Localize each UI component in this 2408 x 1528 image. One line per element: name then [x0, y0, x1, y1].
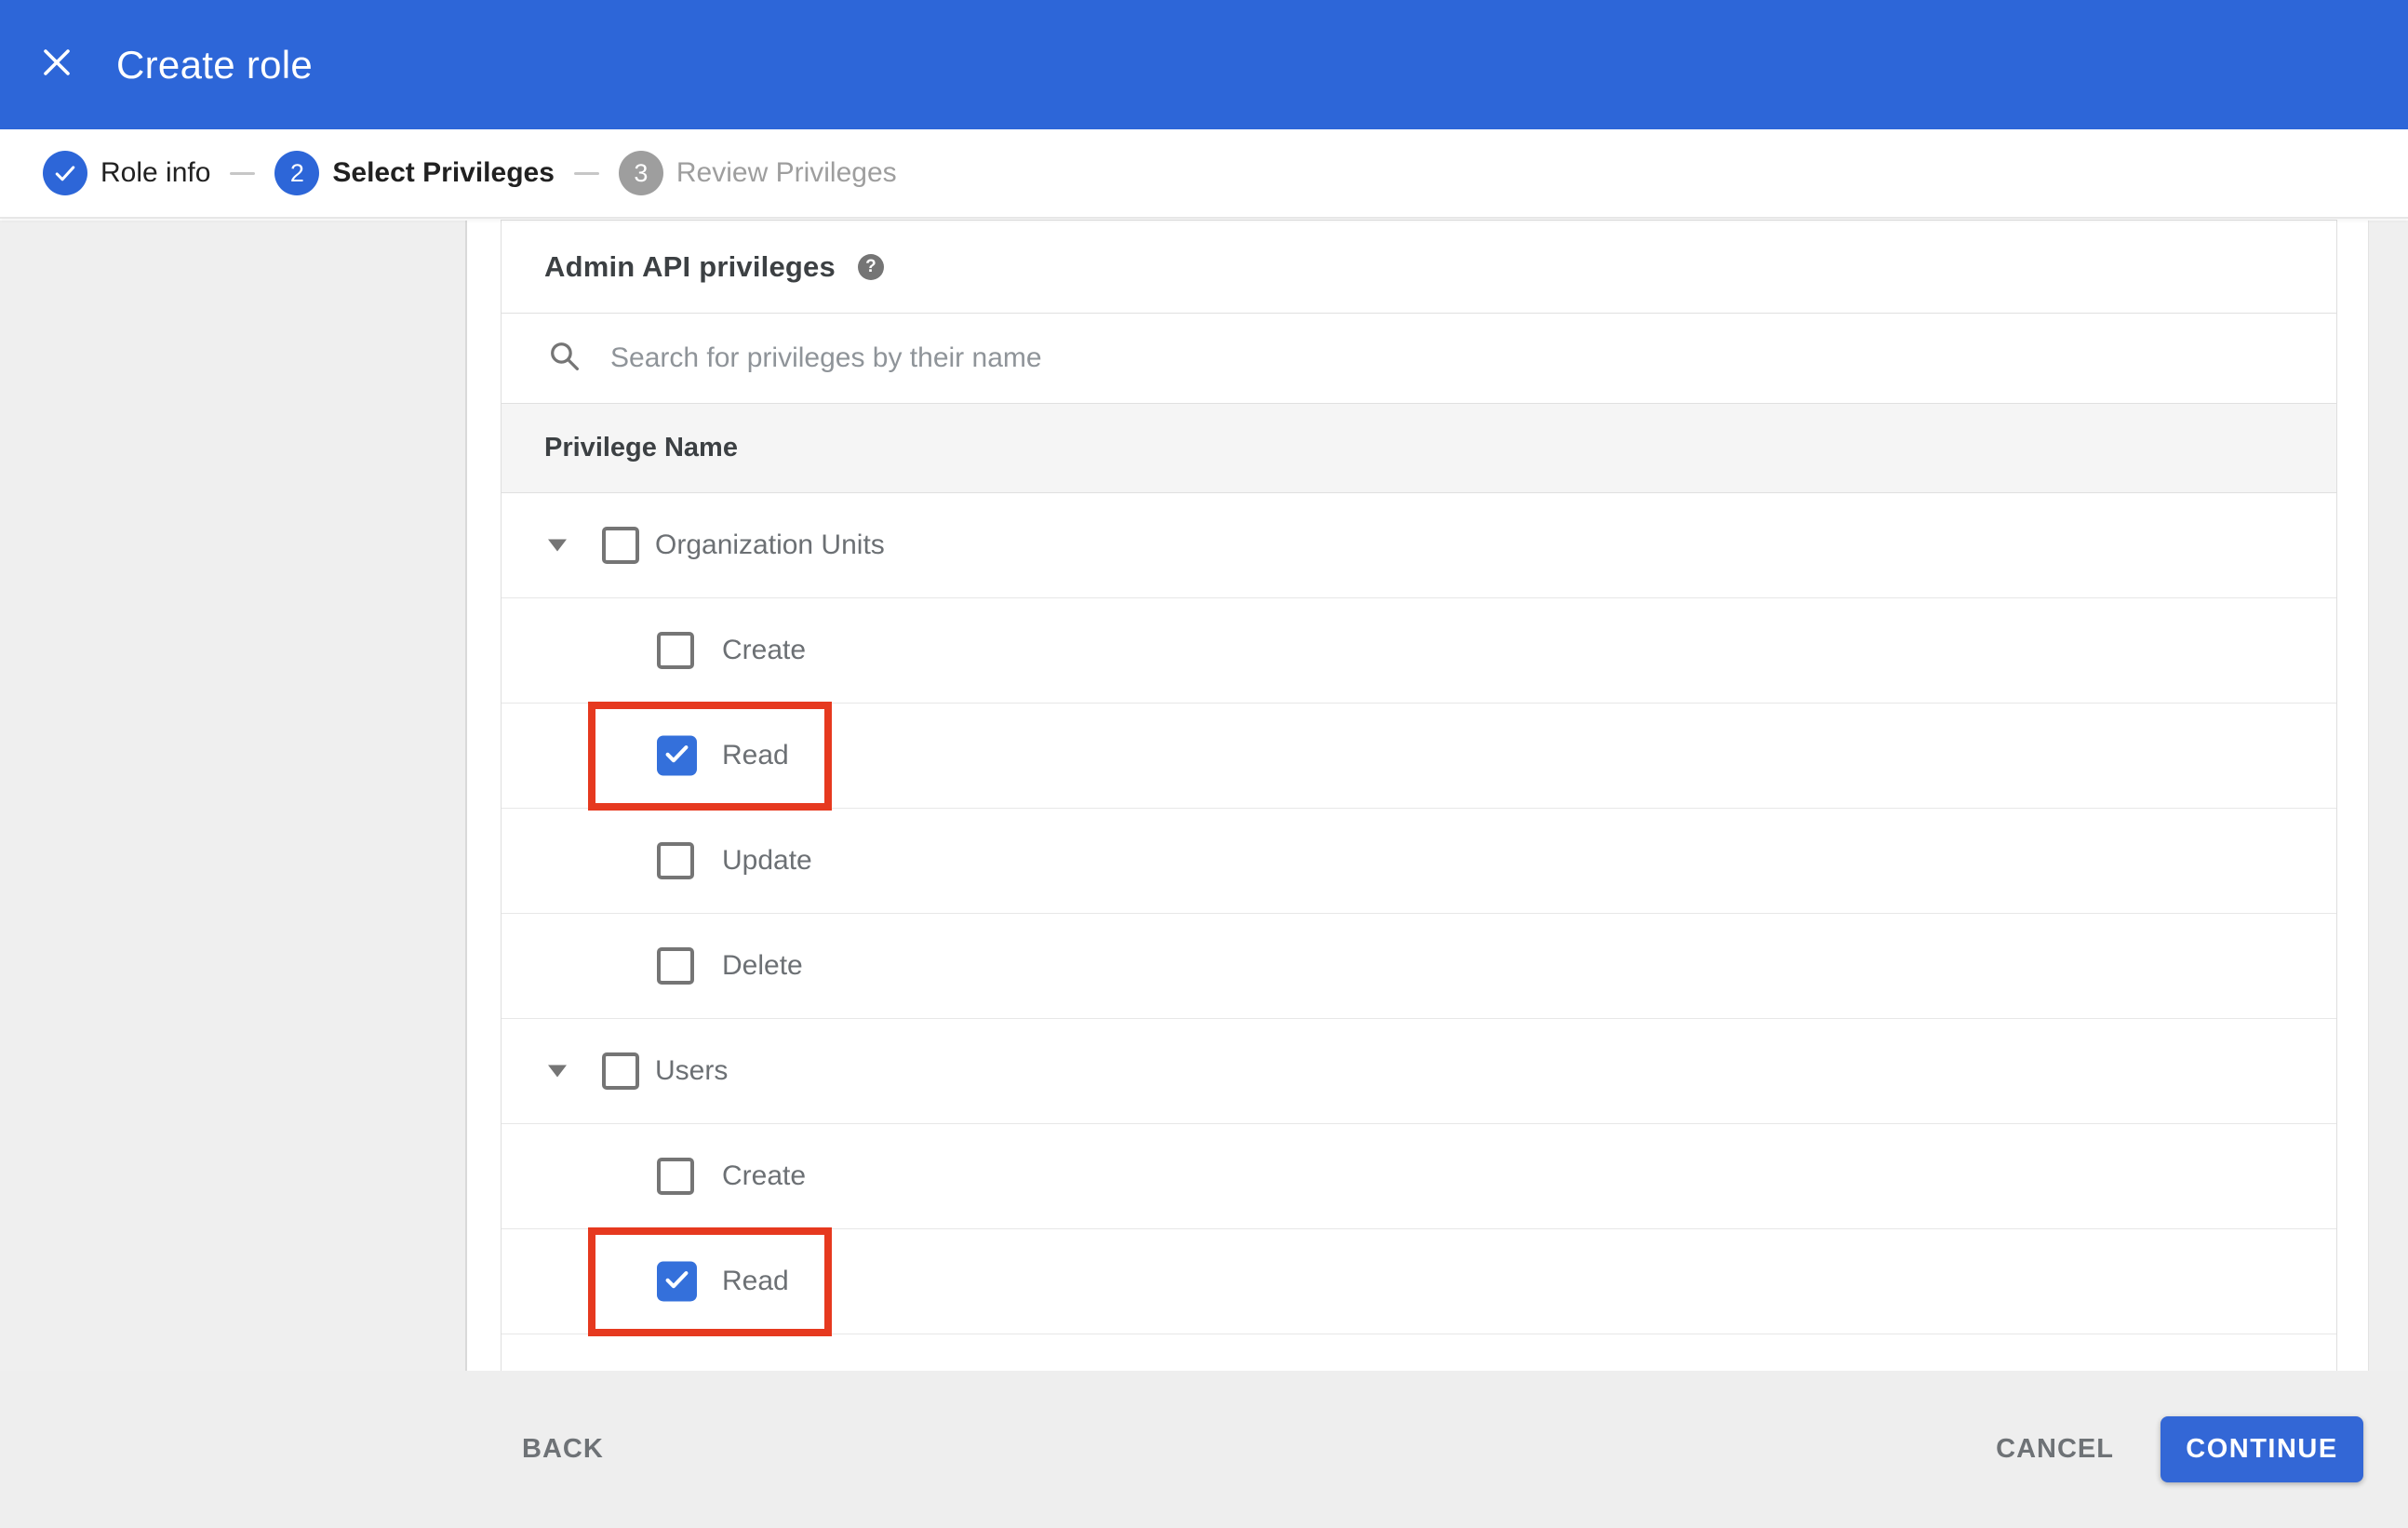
step-number-badge: 3 — [618, 151, 663, 195]
checkbox-checked[interactable] — [657, 735, 697, 776]
checkbox-unchecked[interactable] — [657, 842, 694, 879]
page-title: Create role — [116, 42, 314, 87]
close-icon — [41, 49, 73, 81]
table-row: Create — [502, 1124, 2336, 1229]
panel-heading-row: Admin API privileges ? — [502, 221, 2336, 314]
scroll-gutter — [2368, 221, 2408, 1371]
column-header-label: Privilege Name — [544, 433, 738, 462]
cancel-button[interactable]: CANCEL — [1996, 1434, 2114, 1465]
search-icon — [547, 339, 582, 378]
table-row: Organization Units — [502, 493, 2336, 598]
step-separator — [230, 171, 256, 175]
step-label: Role info — [100, 157, 211, 188]
table-row: Read — [502, 1227, 2336, 1336]
checkbox-unchecked[interactable] — [657, 1158, 694, 1195]
help-icon[interactable]: ? — [857, 253, 884, 280]
checkbox-unchecked[interactable] — [657, 947, 694, 985]
checkmark-icon — [662, 738, 692, 773]
back-button[interactable]: BACK — [522, 1371, 604, 1528]
step-review-privileges[interactable]: 3 Review Privileges — [618, 151, 897, 195]
checkbox-checked[interactable] — [657, 1261, 697, 1302]
collapse-triangle-icon[interactable] — [548, 539, 567, 552]
close-button[interactable] — [41, 47, 73, 78]
step-role-info[interactable]: Role info — [43, 151, 210, 195]
admin-api-privileges-panel: Admin API privileges ? Privilege Name Or… — [501, 220, 2337, 1371]
annotation-highlight-box — [588, 702, 832, 811]
privilege-label: Read — [722, 1266, 789, 1296]
checkbox-unchecked[interactable] — [657, 632, 694, 669]
footer-actions: CANCEL CONTINUE — [1996, 1371, 2363, 1528]
wizard-footer: BACK CANCEL CONTINUE — [0, 1371, 2408, 1528]
privilege-label: Update — [722, 845, 812, 876]
table-row: Delete — [502, 914, 2336, 1019]
step-completed-check-icon — [43, 151, 87, 195]
checkbox-unchecked[interactable] — [602, 1052, 639, 1090]
checkbox-unchecked[interactable] — [602, 527, 639, 564]
table-column-header: Privilege Name — [502, 404, 2336, 493]
collapse-triangle-icon[interactable] — [548, 1065, 567, 1078]
annotation-highlight-box — [588, 1227, 832, 1336]
table-row: Update — [502, 809, 2336, 914]
privilege-label: Organization Units — [655, 529, 885, 560]
stepper: Role info 2 Select Privileges 3 Review P… — [0, 129, 2408, 219]
privilege-label: Users — [655, 1055, 729, 1086]
table-row: Users — [502, 1019, 2336, 1124]
privilege-label: Read — [722, 740, 789, 771]
step-number-badge: 2 — [274, 151, 320, 195]
search-input[interactable] — [610, 342, 1913, 374]
step-select-privileges[interactable]: 2 Select Privileges — [274, 151, 555, 195]
panel-title: Admin API privileges — [544, 249, 836, 283]
privilege-label: Delete — [722, 950, 803, 981]
table-row-clipped — [502, 1334, 2336, 1371]
checkmark-icon — [662, 1264, 692, 1299]
step-label: Review Privileges — [676, 157, 897, 188]
step-label: Select Privileges — [332, 157, 555, 188]
table-row: Create — [502, 598, 2336, 704]
privilege-search-row — [502, 314, 2336, 404]
step-separator — [573, 171, 599, 175]
privilege-label: Create — [722, 1160, 807, 1191]
continue-button[interactable]: CONTINUE — [2161, 1416, 2363, 1482]
privilege-label: Create — [722, 635, 807, 665]
table-row: Read — [502, 702, 2336, 811]
left-sidebar-area — [0, 221, 467, 1371]
app-bar: Create role — [0, 0, 2408, 129]
